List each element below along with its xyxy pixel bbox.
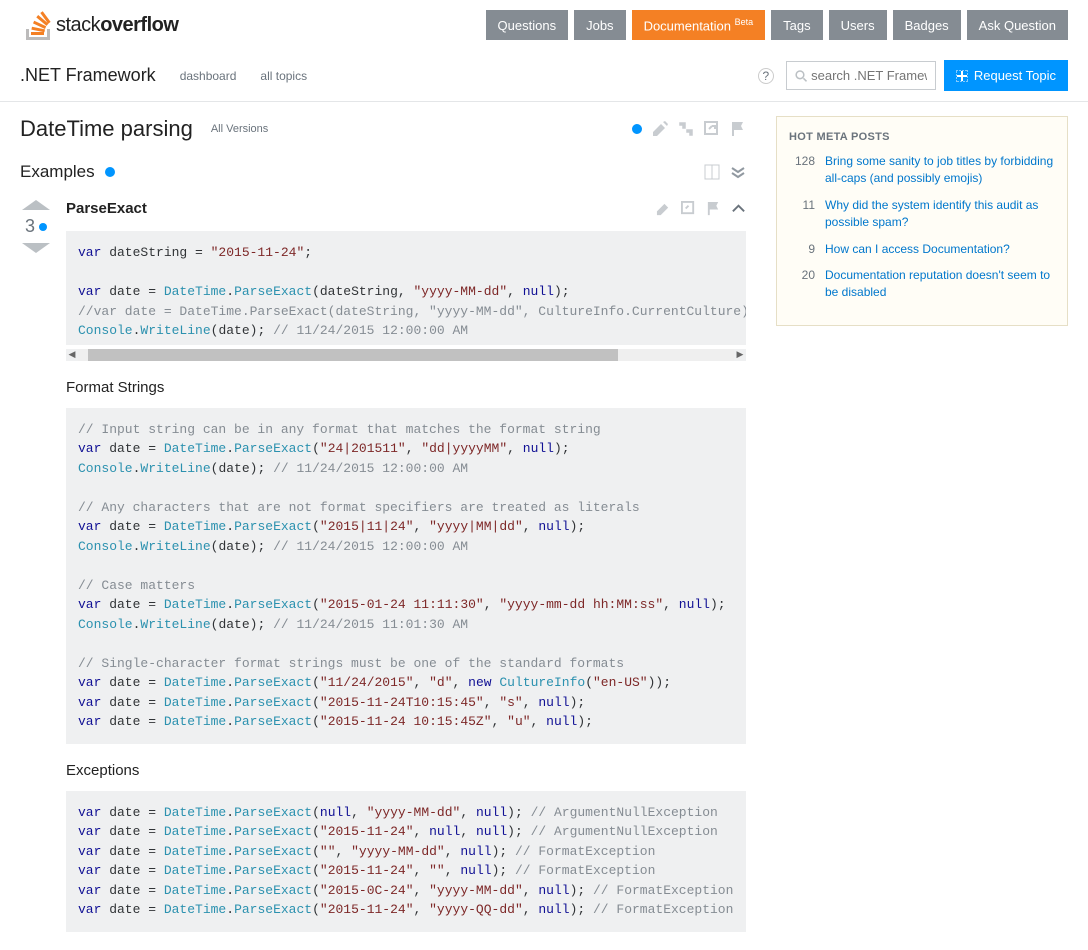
examples-pending-dot[interactable] — [105, 167, 115, 177]
format-strings-heading: Format Strings — [66, 379, 746, 396]
meta-score: 20 — [789, 267, 815, 301]
nav-questions[interactable]: Questions — [486, 10, 569, 40]
hot-meta-posts: HOT META POSTS 128 Bring some sanity to j… — [776, 116, 1068, 326]
scrollbar-thumb[interactable] — [88, 349, 618, 361]
tab-all-topics[interactable]: all topics — [260, 69, 307, 83]
example-edit-icon[interactable] — [656, 201, 671, 216]
meta-post: 9 How can I access Documentation? — [789, 241, 1055, 258]
logo[interactable]: stackoverflow — [26, 10, 178, 40]
plus-icon — [956, 70, 968, 82]
columns-icon[interactable] — [704, 164, 720, 180]
exceptions-heading: Exceptions — [66, 762, 746, 779]
versions-link[interactable]: All Versions — [211, 123, 268, 135]
meta-post: 20 Documentation reputation doesn't seem … — [789, 267, 1055, 301]
downvote-button[interactable] — [22, 243, 50, 253]
doc-tag-title: .NET Framework — [20, 65, 156, 86]
meta-link[interactable]: How can I access Documentation? — [825, 241, 1010, 258]
search-icon — [795, 69, 807, 83]
meta-link[interactable]: Bring some sanity to job titles by forbi… — [825, 153, 1055, 187]
code-block-1: var dateString = "2015-11-24"; var date … — [66, 231, 746, 345]
pending-dot[interactable] — [632, 124, 642, 134]
vote-score: 3 — [25, 216, 47, 237]
code-block-3: var date = DateTime.ParseExact(null, "yy… — [66, 791, 746, 932]
request-topic-button[interactable]: Request Topic — [944, 60, 1068, 91]
stackoverflow-icon — [26, 10, 52, 40]
nav-jobs[interactable]: Jobs — [574, 10, 625, 40]
example-flag-icon[interactable] — [706, 201, 721, 216]
cite-icon[interactable] — [678, 121, 694, 137]
edit-icon[interactable] — [652, 121, 668, 137]
nav-ask-question[interactable]: Ask Question — [967, 10, 1068, 40]
nav-badges[interactable]: Badges — [893, 10, 961, 40]
topic-title: DateTime parsing — [20, 116, 193, 142]
example-title: ParseExact — [66, 200, 147, 217]
search-box[interactable] — [786, 61, 936, 90]
collapse-all-icon[interactable] — [730, 164, 746, 180]
meta-link[interactable]: Why did the system identify this audit a… — [825, 197, 1055, 231]
meta-heading: HOT META POSTS — [789, 131, 1055, 143]
meta-score: 9 — [789, 241, 815, 258]
meta-post: 11 Why did the system identify this audit… — [789, 197, 1055, 231]
meta-link[interactable]: Documentation reputation doesn't seem to… — [825, 267, 1055, 301]
nav-tags[interactable]: Tags — [771, 10, 822, 40]
nav-users[interactable]: Users — [829, 10, 887, 40]
example-collapse-icon[interactable] — [731, 201, 746, 216]
code-block-2: // Input string can be in any format tha… — [66, 408, 746, 744]
link-icon[interactable] — [704, 121, 720, 137]
logo-text: stackoverflow — [56, 14, 178, 37]
tab-dashboard[interactable]: dashboard — [180, 69, 237, 83]
examples-heading: Examples — [20, 162, 95, 182]
example-link-icon[interactable] — [681, 201, 696, 216]
meta-post: 128 Bring some sanity to job titles by fo… — [789, 153, 1055, 187]
upvote-button[interactable] — [22, 200, 50, 210]
meta-score: 128 — [789, 153, 815, 187]
nav-documentation[interactable]: Documentation Beta — [632, 10, 766, 40]
help-icon[interactable]: ? — [758, 68, 774, 84]
search-input[interactable] — [811, 68, 927, 83]
flag-icon[interactable] — [730, 121, 746, 137]
code-scrollbar[interactable]: ◀ ▶ — [66, 349, 746, 361]
meta-score: 11 — [789, 197, 815, 231]
